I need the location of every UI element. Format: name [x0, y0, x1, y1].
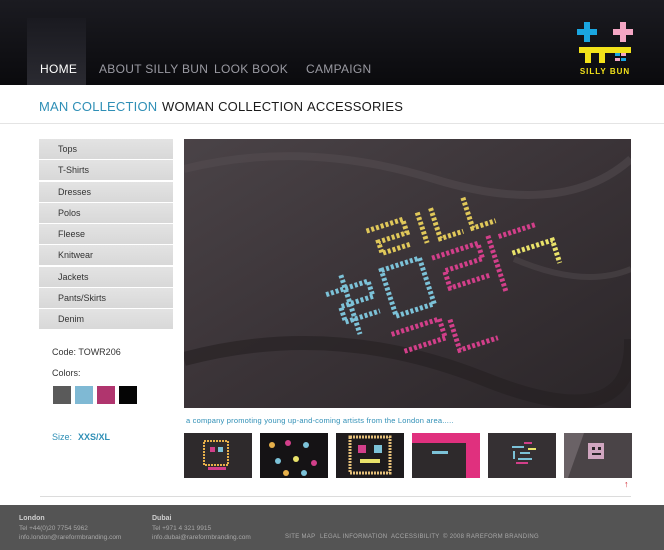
size-label: Size:: [52, 432, 73, 442]
thumbnail-5[interactable]: [488, 433, 556, 478]
tab-accessories[interactable]: ACCESSORIES: [307, 99, 403, 114]
thumbnail-2[interactable]: [260, 433, 328, 478]
content-divider: [40, 496, 631, 497]
nav-look-book[interactable]: LOOK BOOK: [214, 62, 288, 76]
footer-dubai-email[interactable]: info.dubai@rareformbranding.com: [152, 534, 251, 541]
product-main-image: [184, 139, 631, 408]
thumbnail-4[interactable]: [412, 433, 480, 478]
nav-home[interactable]: HOME: [40, 62, 77, 76]
tab-man-collection[interactable]: MAN COLLECTION: [39, 99, 157, 114]
collection-divider: [0, 123, 664, 124]
footer-london-city: London: [19, 515, 45, 522]
nav-campaign[interactable]: CAMPAIGN: [306, 62, 372, 76]
category-tops[interactable]: Tops: [39, 139, 173, 159]
color-swatch-magenta[interactable]: [97, 386, 115, 404]
footer-dubai-city: Dubai: [152, 515, 172, 522]
category-t-shirts[interactable]: T-Shirts: [39, 160, 173, 181]
colors-label: Colors:: [52, 368, 81, 378]
image-caption: a company promoting young up-and-coming …: [186, 416, 454, 425]
color-swatch-blue[interactable]: [75, 386, 93, 404]
category-jackets[interactable]: Jackets: [39, 266, 173, 287]
category-polos[interactable]: Polos: [39, 202, 173, 223]
footer-london-email[interactable]: info.london@rareformbranding.com: [19, 534, 121, 541]
footer-accessibility-link[interactable]: ACCESSIBILITY: [391, 534, 440, 540]
category-dresses[interactable]: Dresses: [39, 181, 173, 202]
footer-legal-link[interactable]: LEGAL INFORMATION: [320, 534, 387, 540]
color-swatch-black[interactable]: [119, 386, 137, 404]
thumbnail-1[interactable]: [184, 433, 252, 478]
nav-about[interactable]: ABOUT SILLY BUN: [99, 62, 208, 76]
category-knitwear[interactable]: Knitwear: [39, 245, 173, 266]
site-footer: [0, 505, 664, 550]
silly-bun-logo[interactable]: SILLY BUN: [577, 22, 633, 76]
product-code: Code: TOWR206: [52, 347, 121, 357]
size-info: Size: XXS/XL: [52, 432, 110, 442]
logo-text: SILLY BUN: [580, 67, 630, 76]
category-pants-skirts[interactable]: Pants/Skirts: [39, 288, 173, 309]
scroll-top-icon[interactable]: ↑: [624, 479, 629, 489]
tab-woman-collection[interactable]: WOMAN COLLECTION: [162, 99, 303, 114]
color-swatch-grey[interactable]: [53, 386, 71, 404]
category-fleese[interactable]: Fleese: [39, 224, 173, 245]
size-value[interactable]: XXS/XL: [78, 432, 110, 442]
footer-london-tel: Tel +44(0)20 7754 5962: [19, 525, 88, 532]
category-menu: Tops T-Shirts Dresses Polos Fleese Knitw…: [39, 139, 173, 331]
thumbnail-6[interactable]: [564, 433, 632, 478]
thumbnail-3[interactable]: [336, 433, 404, 478]
footer-copyright: © 2008 RAREFORM BRANDING: [443, 534, 539, 540]
category-denim[interactable]: Denim: [39, 309, 173, 330]
footer-site-map-link[interactable]: SITE MAP: [285, 534, 315, 540]
footer-dubai-tel: Tel +971 4 321 9915: [152, 525, 212, 532]
